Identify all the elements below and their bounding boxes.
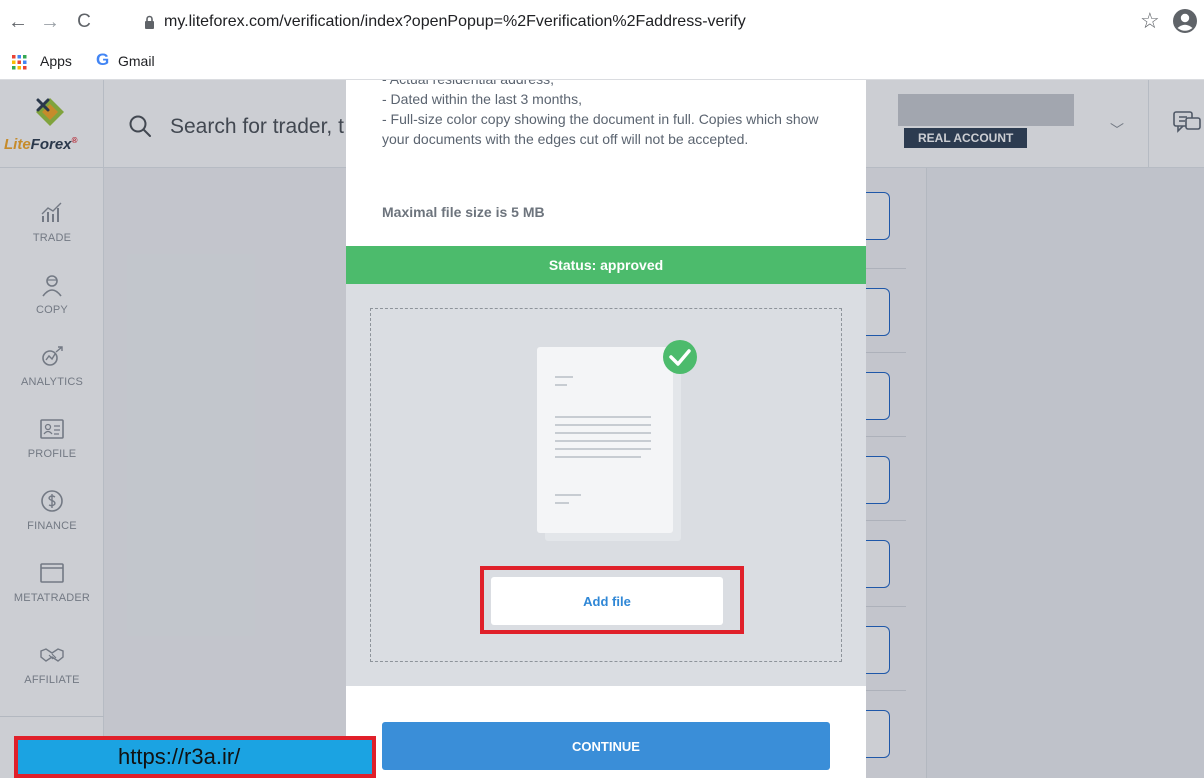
continue-button[interactable]: CONTINUE <box>382 722 830 770</box>
requirement-item: - Dated within the last 3 months, <box>382 91 582 107</box>
highlight-annotation <box>480 566 744 634</box>
requirement-item: - Full-size color copy showing the docum… <box>382 111 819 147</box>
address-verification-modal: - Actual residential address, - Dated wi… <box>346 80 866 778</box>
bookmark-gmail[interactable]: Gmail <box>118 53 155 69</box>
back-arrow-icon[interactable]: ← <box>6 10 30 34</box>
browser-toolbar: ← → C my.liteforex.com/verification/inde… <box>0 0 1204 44</box>
requirement-item: - Actual residential address, <box>382 80 842 89</box>
google-g-icon: G <box>96 50 110 69</box>
bookmarks-bar: Apps G Gmail <box>0 44 1204 80</box>
forward-arrow-icon[interactable]: → <box>38 10 62 34</box>
star-icon[interactable]: ☆ <box>1140 8 1160 34</box>
lock-icon[interactable] <box>144 15 155 29</box>
watermark: https://r3a.ir/ <box>14 736 376 778</box>
apps-grid-icon[interactable] <box>12 55 27 70</box>
document-icon <box>537 340 697 541</box>
profile-icon[interactable] <box>1172 8 1198 34</box>
max-file-size-note: Maximal file size is 5 MB <box>382 204 545 220</box>
watermark-text: https://r3a.ir/ <box>118 744 241 769</box>
status-banner: Status: approved <box>346 246 866 284</box>
reload-icon[interactable]: C <box>72 10 96 34</box>
address-bar[interactable]: my.liteforex.com/verification/index?open… <box>164 13 746 31</box>
bookmark-apps[interactable]: Apps <box>40 53 72 69</box>
requirements-list: - Actual residential address, - Dated wi… <box>382 80 842 149</box>
